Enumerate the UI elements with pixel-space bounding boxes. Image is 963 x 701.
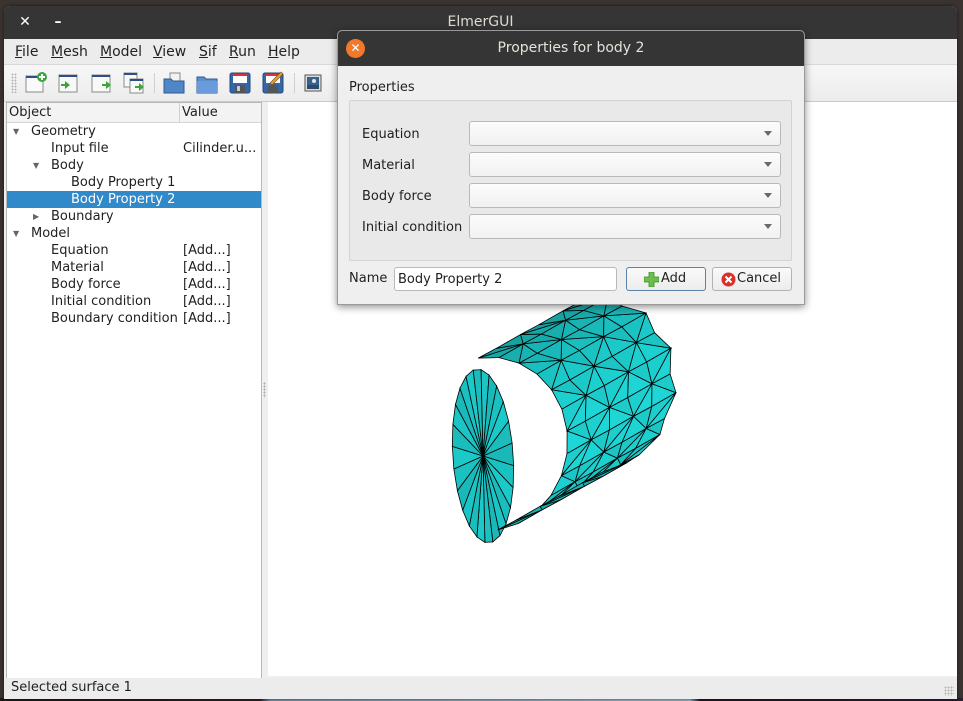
menu-model[interactable]: Model [100, 44, 142, 60]
tree-row[interactable]: Body Property 2 [7, 191, 261, 208]
tree-row-label: Body force [51, 277, 121, 292]
add-button[interactable]: Add [626, 267, 706, 291]
chevron-down-icon [764, 131, 772, 136]
body-force-select[interactable] [469, 183, 781, 208]
chevron-down-icon [764, 224, 772, 229]
name-input[interactable] [394, 267, 617, 291]
menu-view[interactable]: View [153, 44, 186, 60]
properties-group-title: Properties [349, 80, 415, 95]
column-header-object[interactable]: Object [9, 105, 51, 120]
tree-row-label: Body Property 1 [71, 175, 176, 190]
column-separator[interactable] [179, 103, 180, 122]
tree-row-label: Geometry [31, 124, 96, 139]
collapse-arrow-icon[interactable]: ▶ [33, 208, 39, 225]
tree-rows: ▼ Geometry Input file Cilinder.u... ▼ Body Bod… [7, 123, 261, 327]
save-mesh-icon[interactable] [89, 71, 113, 95]
name-label: Name [349, 271, 388, 286]
toolbar-grip[interactable] [11, 73, 17, 93]
material-select[interactable] [469, 152, 781, 177]
tree-row-label: Model [31, 226, 71, 241]
resize-grip[interactable] [944, 686, 954, 696]
expand-arrow-icon[interactable]: ▼ [13, 123, 19, 140]
status-text: Selected surface 1 [11, 680, 132, 695]
tree-row-label: Initial condition [51, 294, 152, 309]
splitter-grip [263, 382, 266, 398]
tree-row-label: Input file [51, 141, 109, 156]
toolbar-separator [154, 73, 155, 93]
save-as-icon[interactable] [261, 71, 285, 95]
new-project-icon[interactable] [24, 71, 48, 95]
tree-row-label: Material [51, 260, 104, 275]
equation-select[interactable] [469, 121, 781, 146]
save-icon[interactable] [228, 71, 252, 95]
tree-row-value: [Add...] [183, 294, 231, 309]
object-tree[interactable]: Object Value ▼ Geometry Input file Cilinder… [6, 102, 262, 680]
menu-run[interactable]: Run [229, 44, 256, 60]
tree-row[interactable]: Material [Add...] [7, 259, 261, 276]
dialog-title: Properties for body 2 [497, 40, 645, 56]
tree-row[interactable]: ▼ Body [7, 157, 261, 174]
chevron-down-icon [764, 162, 772, 167]
tree-row-value: Cilinder.u... [183, 141, 257, 156]
initial-condition-select[interactable] [469, 214, 781, 239]
column-header-value[interactable]: Value [182, 105, 218, 120]
menu-help[interactable]: Help [268, 44, 300, 60]
tree-row[interactable]: ▼ Model [7, 225, 261, 242]
equation-label: Equation [362, 127, 420, 142]
menu-file[interactable]: File [15, 44, 38, 60]
tree-row[interactable]: Equation [Add...] [7, 242, 261, 259]
tree-row[interactable]: Body force [Add...] [7, 276, 261, 293]
tree-row-label: Equation [51, 243, 109, 258]
load-mesh-icon[interactable] [56, 71, 80, 95]
cancel-icon [721, 272, 736, 287]
dialog-titlebar[interactable]: ✕ Properties for body 2 [338, 31, 804, 66]
tree-row[interactable]: Body Property 1 [7, 174, 261, 191]
mesh-triangle [515, 505, 543, 521]
tree-row-value: [Add...] [183, 243, 231, 258]
tree-row-value: [Add...] [183, 277, 231, 292]
tree-row[interactable]: Input file Cilinder.u... [7, 140, 261, 157]
screenshot-icon[interactable] [301, 71, 325, 95]
add-button-label: Add [661, 271, 687, 286]
plus-icon [644, 272, 659, 287]
expand-arrow-icon[interactable]: ▼ [33, 157, 39, 174]
tree-header: Object Value [7, 103, 261, 123]
properties-group: Equation Material Body force Initial con… [349, 100, 792, 261]
tree-row-value: [Add...] [183, 311, 231, 326]
cancel-button[interactable]: Cancel [712, 267, 792, 291]
initial-condition-label: Initial condition [362, 220, 463, 235]
properties-dialog: ✕ Properties for body 2 Properties Equat… [337, 30, 805, 305]
tree-row[interactable]: Initial condition [Add...] [7, 293, 261, 310]
tree-row-label: Body [51, 158, 84, 173]
cancel-button-label: Cancel [737, 271, 782, 286]
body-force-label: Body force [362, 189, 432, 204]
statusbar: Selected surface 1 [4, 678, 957, 699]
import-geometry-icon[interactable] [122, 71, 146, 95]
material-label: Material [362, 158, 415, 173]
open-project-icon[interactable] [162, 71, 186, 95]
tree-row[interactable]: ▶ Boundary [7, 208, 261, 225]
tree-row-label: Body Property 2 [71, 192, 176, 207]
tree-row-label: Boundary [51, 209, 114, 224]
window-title: ElmerGUI [447, 14, 514, 30]
chevron-down-icon [764, 193, 772, 198]
menu-mesh[interactable]: Mesh [51, 44, 88, 60]
menu-sif[interactable]: Sif [199, 44, 217, 60]
expand-arrow-icon[interactable]: ▼ [13, 225, 19, 242]
tree-row-label: Boundary condition [51, 311, 178, 326]
tree-row[interactable]: Boundary condition [Add...] [7, 310, 261, 327]
tree-row[interactable]: ▼ Geometry [7, 123, 261, 140]
toolbar-separator [294, 73, 295, 93]
open-folder-icon[interactable] [195, 71, 219, 95]
tree-row-value: [Add...] [183, 260, 231, 275]
